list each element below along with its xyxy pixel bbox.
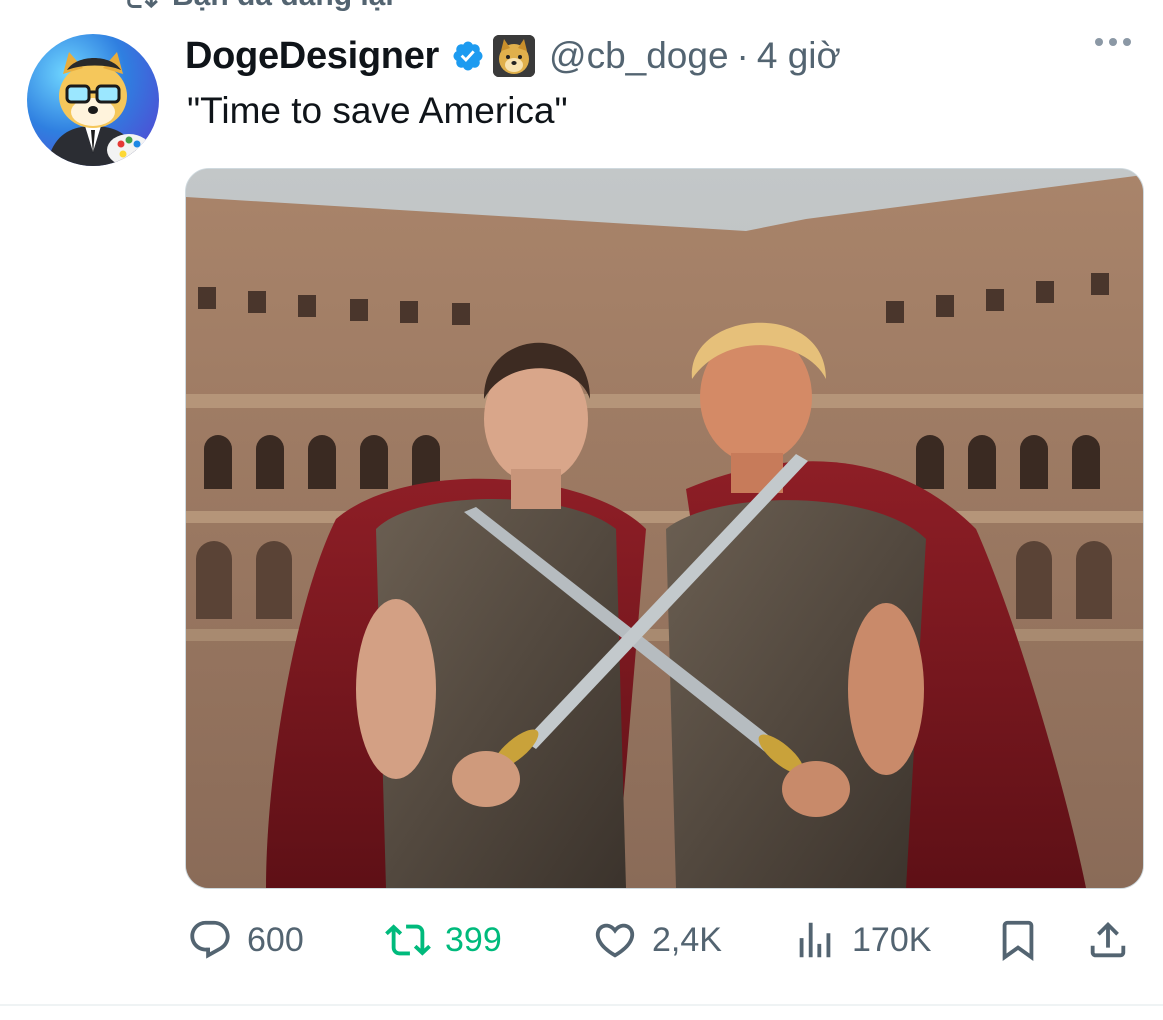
tweet-actions: 600 399 2,4K 170K [187,912,1147,968]
like-button[interactable]: 2,4K [592,912,722,968]
reply-count: 600 [247,920,304,959]
share-button[interactable] [1085,912,1131,968]
gladiators-colosseum-image [186,169,1143,888]
retweet-button[interactable]: 399 [385,912,502,968]
timestamp[interactable]: 4 giờ [757,35,841,77]
tweet-text: "Time to save America" [187,90,568,131]
repost-icon [127,0,158,9]
display-name[interactable]: DogeDesigner [185,35,439,78]
heart-icon [595,923,635,958]
more-dots-icon[interactable] [1095,38,1131,46]
retweet-count: 399 [445,920,502,959]
verified-badge-icon[interactable] [451,39,485,73]
views-chart-icon [799,922,831,958]
doge-avatar-illustration [47,52,151,166]
doge-icon [493,35,536,77]
bookmark-icon [1002,920,1034,961]
retweet-icon [385,924,431,956]
reply-icon [190,920,230,959]
bookmark-button[interactable] [995,912,1041,968]
divider [0,1004,1163,1006]
reply-button[interactable]: 600 [187,912,304,968]
tweet-header: DogeDesigner @cb_doge · 4 giờ [185,30,1143,82]
like-count: 2,4K [652,920,722,959]
views-button[interactable]: 170K [792,912,931,968]
tweet-image[interactable] [185,168,1144,889]
repost-indicator[interactable]: Bạn đã đăng lại [122,0,394,14]
repost-label: Bạn đã đăng lại [172,0,394,13]
views-count: 170K [852,920,932,959]
user-handle[interactable]: @cb_doge [549,35,729,77]
share-icon [1090,921,1126,958]
separator-dot: · [736,35,749,76]
affiliate-doge-badge[interactable] [493,35,536,77]
tweet-page: Bạn đã đăng lại Do [0,0,1163,1020]
avatar[interactable] [27,34,159,166]
